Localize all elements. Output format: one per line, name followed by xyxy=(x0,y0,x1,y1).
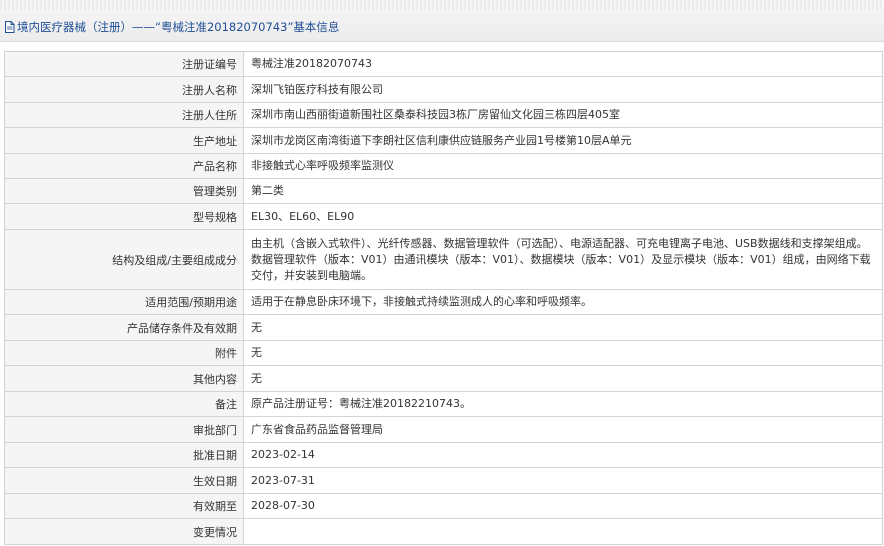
row-value: 2023-07-31 xyxy=(244,468,883,493)
header-stripe xyxy=(0,0,884,10)
row-value: 粤械注准20182070743 xyxy=(244,52,883,76)
table-row: 结构及组成/主要组成成分 由主机（含嵌入式软件）、光纤传感器、数据管理软件（可选… xyxy=(5,230,883,290)
row-value: EL30、EL60、EL90 xyxy=(244,204,883,229)
table-row: 适用范围/预期用途 适用于在静息卧床环境下，非接触式持续监测成人的心率和呼吸频率… xyxy=(5,290,883,315)
page-title: 境内医疗器械（注册）——“粤械注准20182070743”基本信息 xyxy=(4,18,339,36)
page-title-text: 境内医疗器械（注册）——“粤械注准20182070743”基本信息 xyxy=(17,20,340,34)
table-row: 生产地址 深圳市龙岗区南湾街道下李朗社区信利康供应链服务产业园1号楼第10层A单… xyxy=(5,128,883,154)
row-value: 无 xyxy=(244,341,883,365)
row-label: 适用范围/预期用途 xyxy=(5,290,244,314)
detail-table: 注册证编号 粤械注准20182070743 注册人名称 深圳飞铂医疗科技有限公司… xyxy=(4,51,883,545)
document-icon xyxy=(4,21,15,33)
row-value: 适用于在静息卧床环境下，非接触式持续监测成人的心率和呼吸频率。 xyxy=(244,290,883,314)
table-row: 附件 无 xyxy=(5,341,883,366)
row-value: 原产品注册证号：粤械注准20182210743。 xyxy=(244,392,883,416)
row-value: 由主机（含嵌入式软件）、光纤传感器、数据管理软件（可选配）、电源适配器、可充电锂… xyxy=(244,230,883,289)
row-label: 有效期至 xyxy=(5,494,244,518)
row-label: 附件 xyxy=(5,341,244,365)
row-label: 产品储存条件及有效期 xyxy=(5,315,244,340)
row-label: 备注 xyxy=(5,392,244,416)
row-label: 变更情况 xyxy=(5,519,244,544)
row-label: 注册证编号 xyxy=(5,52,244,76)
row-value: 非接触式心率呼吸频率监测仪 xyxy=(244,154,883,178)
row-label: 生产地址 xyxy=(5,128,244,153)
table-row: 注册证编号 粤械注准20182070743 xyxy=(5,52,883,77)
row-label: 生效日期 xyxy=(5,468,244,493)
table-row: 批准日期 2023-02-14 xyxy=(5,443,883,468)
row-value xyxy=(244,519,883,544)
row-value: 深圳市南山西丽街道新围社区桑泰科技园3栋厂房留仙文化园三栋四层405室 xyxy=(244,103,883,127)
row-label: 注册人住所 xyxy=(5,103,244,127)
row-value: 深圳飞铂医疗科技有限公司 xyxy=(244,77,883,102)
row-label: 型号规格 xyxy=(5,204,244,229)
row-label: 批准日期 xyxy=(5,443,244,467)
header-bar: 境内医疗器械（注册）——“粤械注准20182070743”基本信息 xyxy=(0,0,884,42)
row-value: 第二类 xyxy=(244,179,883,203)
row-value: 广东省食品药品监督管理局 xyxy=(244,417,883,442)
row-value: 无 xyxy=(244,315,883,340)
row-value: 无 xyxy=(244,366,883,391)
row-value: 2028-07-30 xyxy=(244,494,883,518)
table-row: 注册人名称 深圳飞铂医疗科技有限公司 xyxy=(5,77,883,103)
table-row: 有效期至 2028-07-30 xyxy=(5,494,883,519)
row-label: 结构及组成/主要组成成分 xyxy=(5,230,244,289)
table-row: 型号规格 EL30、EL60、EL90 xyxy=(5,204,883,230)
row-value: 2023-02-14 xyxy=(244,443,883,467)
table-row: 管理类别 第二类 xyxy=(5,179,883,204)
table-row: 生效日期 2023-07-31 xyxy=(5,468,883,494)
table-row: 变更情况 xyxy=(5,519,883,545)
row-label: 其他内容 xyxy=(5,366,244,391)
row-label: 注册人名称 xyxy=(5,77,244,102)
row-label: 管理类别 xyxy=(5,179,244,203)
table-row: 产品储存条件及有效期 无 xyxy=(5,315,883,341)
table-row: 其他内容 无 xyxy=(5,366,883,392)
row-value: 深圳市龙岗区南湾街道下李朗社区信利康供应链服务产业园1号楼第10层A单元 xyxy=(244,128,883,153)
table-row: 产品名称 非接触式心率呼吸频率监测仪 xyxy=(5,154,883,179)
row-label: 审批部门 xyxy=(5,417,244,442)
row-label: 产品名称 xyxy=(5,154,244,178)
table-row: 审批部门 广东省食品药品监督管理局 xyxy=(5,417,883,443)
table-row: 备注 原产品注册证号：粤械注准20182210743。 xyxy=(5,392,883,417)
table-row: 注册人住所 深圳市南山西丽街道新围社区桑泰科技园3栋厂房留仙文化园三栋四层405… xyxy=(5,103,883,128)
